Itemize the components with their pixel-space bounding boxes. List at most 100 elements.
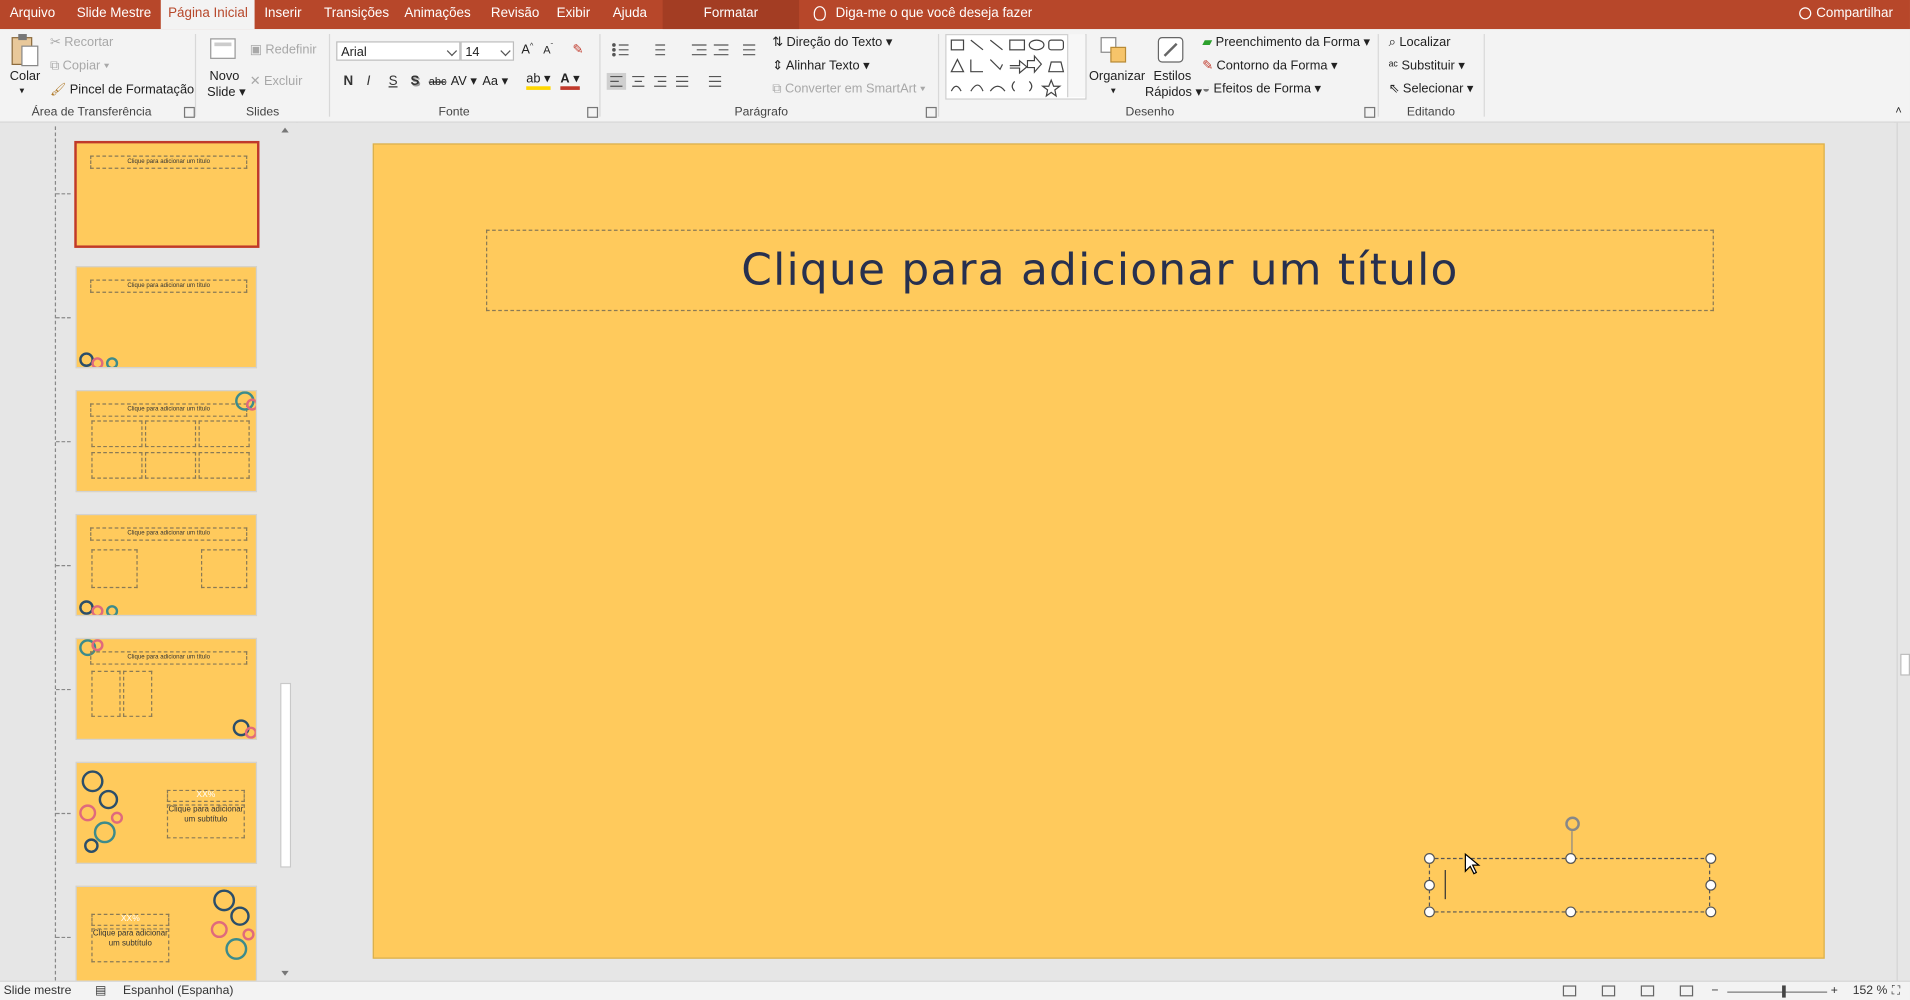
resize-handle[interactable] <box>1423 853 1435 864</box>
zoom-out-icon[interactable]: − <box>1711 984 1718 997</box>
layout-thumbnail[interactable]: XX% Clique para adicionar um subtítulo <box>75 885 258 984</box>
layout-thumbnail[interactable]: Clique para adicionar um título <box>75 266 258 369</box>
zoom-slider[interactable] <box>1727 991 1828 993</box>
bold-button[interactable]: N <box>344 74 354 89</box>
gallery-scroll[interactable] <box>1067 34 1086 98</box>
find-button[interactable]: ⌕ Localizar <box>1389 35 1451 51</box>
cut-button[interactable]: ✂ Recortar <box>50 35 113 50</box>
paste-icon[interactable] <box>9 34 41 68</box>
strikethrough-button[interactable]: abc <box>429 75 447 87</box>
resize-handle[interactable] <box>1423 879 1435 891</box>
zoom-slider-knob[interactable] <box>1782 985 1786 998</box>
rotate-handle-icon[interactable] <box>1565 816 1580 832</box>
char-spacing-button[interactable]: AV ▾ <box>451 74 477 89</box>
scrollbar-thumb[interactable] <box>1900 653 1910 676</box>
thumbnail-scrollbar[interactable] <box>278 122 293 981</box>
clipboard-launcher-icon[interactable] <box>183 106 195 118</box>
paste-button[interactable]: Colar <box>10 69 41 84</box>
delete-button[interactable]: ✕ Excluir <box>250 74 303 89</box>
scrollbar-thumb[interactable] <box>280 682 292 868</box>
scroll-up-icon[interactable] <box>281 127 289 133</box>
layout-thumbnail[interactable]: Clique para adicionar um título <box>75 390 258 493</box>
text-direction-button[interactable]: ⇅ Direção do Texto ▾ <box>772 35 892 50</box>
resize-handle[interactable] <box>1705 906 1717 918</box>
tab-revisao[interactable]: Revisão <box>484 0 547 29</box>
share-button[interactable]: Compartilhar <box>1799 0 1893 29</box>
shape-fill-button[interactable]: ▰ Preenchimento da Forma ▾ <box>1202 35 1370 50</box>
tab-transicoes[interactable]: Transições <box>317 0 397 29</box>
resize-handle[interactable] <box>1565 906 1577 918</box>
shapes-gallery[interactable] <box>945 34 1087 100</box>
arrange-dropdown-icon[interactable]: ▾ <box>1111 85 1116 96</box>
resize-handle[interactable] <box>1423 906 1435 918</box>
font-name-select[interactable]: Arial <box>336 41 461 61</box>
tab-animacoes[interactable]: Animações <box>397 0 478 29</box>
convert-smartart-button[interactable]: ⧉ Converter em SmartArt ▾ <box>772 81 925 97</box>
replace-button[interactable]: ᵃᶜ Substituir ▾ <box>1389 58 1465 73</box>
resize-handle[interactable] <box>1565 853 1577 864</box>
slide-sorter-icon[interactable] <box>1601 985 1616 997</box>
quick-styles-line2[interactable]: Rápidos ▾ <box>1145 85 1202 100</box>
tab-formatar[interactable]: Formatar <box>662 0 800 30</box>
paragraph-launcher-icon[interactable] <box>925 106 937 118</box>
normal-view-icon[interactable] <box>1562 985 1577 997</box>
align-text-button[interactable]: ⇕ Alinhar Texto ▾ <box>772 58 869 73</box>
paste-dropdown-icon[interactable]: ▾ <box>19 85 24 96</box>
scroll-down-icon[interactable] <box>281 970 289 976</box>
underline-button[interactable]: S <box>389 74 398 89</box>
resize-handle[interactable] <box>1705 853 1717 864</box>
collapse-ribbon-icon[interactable]: ˄ <box>1895 104 1901 116</box>
arrange-icon[interactable] <box>1099 35 1131 67</box>
reading-view-icon[interactable] <box>1640 985 1655 997</box>
zoom-in-icon[interactable]: + <box>1831 984 1838 997</box>
format-painter-button[interactable]: 🖌 Pincel de Formatação <box>50 81 194 98</box>
zoom-level[interactable]: 152 % <box>1853 984 1888 997</box>
thumb-percent-placeholder: XX% <box>166 789 245 802</box>
shape-effects-button[interactable]: ◒ Efeitos de Forma ▾ <box>1202 81 1321 96</box>
slideshow-icon[interactable] <box>1679 985 1694 997</box>
cursor-icon: ⇖ <box>1388 81 1400 96</box>
reset-button[interactable]: ▣ Redefinir <box>250 43 317 58</box>
layout-thumbnail[interactable]: Clique para adicionar um título <box>74 140 260 248</box>
quick-styles-line1[interactable]: Estilos <box>1154 69 1192 84</box>
font-size-select[interactable]: 14 <box>460 41 515 61</box>
alignment-buttons-icon[interactable] <box>606 72 741 90</box>
italic-button[interactable]: I <box>367 74 371 89</box>
tab-pagina-inicial[interactable]: Página Inicial <box>160 0 256 30</box>
tab-ajuda[interactable]: Ajuda <box>605 0 654 29</box>
tab-arquivo[interactable]: Arquivo <box>2 0 62 29</box>
canvas-scrollbar[interactable] <box>1896 122 1910 981</box>
shape-outline-button[interactable]: ✎ Contorno da Forma ▾ <box>1202 58 1337 73</box>
change-case-button[interactable]: Aa ▾ <box>482 74 508 89</box>
font-color-button[interactable]: A ▾ <box>560 72 580 90</box>
copy-button[interactable]: ⧉ Copiar ▾ <box>50 58 109 74</box>
list-buttons-icon[interactable] <box>609 41 767 58</box>
tell-me-box[interactable]: Diga-me o que você deseja fazer <box>813 0 1032 29</box>
arrange-button[interactable]: Organizar <box>1089 69 1145 84</box>
language-indicator[interactable]: Espanhol (Espanha) <box>123 984 233 997</box>
title-placeholder[interactable]: Clique para adicionar um título <box>486 229 1714 312</box>
tab-slide-mestre[interactable]: Slide Mestre <box>69 0 158 29</box>
select-button[interactable]: ⇖ Selecionar ▾ <box>1389 81 1474 96</box>
shadow-button[interactable]: S <box>410 74 419 89</box>
resize-handle[interactable] <box>1705 879 1717 891</box>
layout-thumbnail[interactable]: Clique para adicionar um título <box>75 513 258 617</box>
slide-master-layout[interactable]: Clique para adicionar um título <box>372 143 1825 959</box>
grow-font-icon[interactable]: A^ <box>521 43 533 58</box>
font-launcher-icon[interactable] <box>587 106 599 118</box>
tab-exibir[interactable]: Exibir <box>549 0 597 29</box>
layout-thumbnail[interactable]: Clique para adicionar um título <box>75 637 258 740</box>
new-slide-icon[interactable] <box>210 35 239 62</box>
new-slide-button-line1[interactable]: Novo <box>210 69 240 84</box>
quick-styles-icon[interactable] <box>1155 34 1189 68</box>
tab-inserir[interactable]: Inserir <box>257 0 309 29</box>
spell-check-icon[interactable]: ▤ <box>95 984 107 997</box>
decor-ring <box>84 838 99 854</box>
highlight-icon[interactable]: ab ▾ <box>526 72 551 90</box>
clear-formatting-icon[interactable]: ✎ <box>573 43 584 58</box>
new-slide-button-line2[interactable]: Slide ▾ <box>207 85 245 100</box>
drawing-launcher-icon[interactable] <box>1364 106 1376 118</box>
shrink-font-icon[interactable]: Aˇ <box>543 44 553 56</box>
layout-thumbnail[interactable]: XX% Clique para adicionar um subtítulo <box>75 761 258 864</box>
fit-to-window-icon[interactable]: ⛶ <box>1892 984 1901 997</box>
